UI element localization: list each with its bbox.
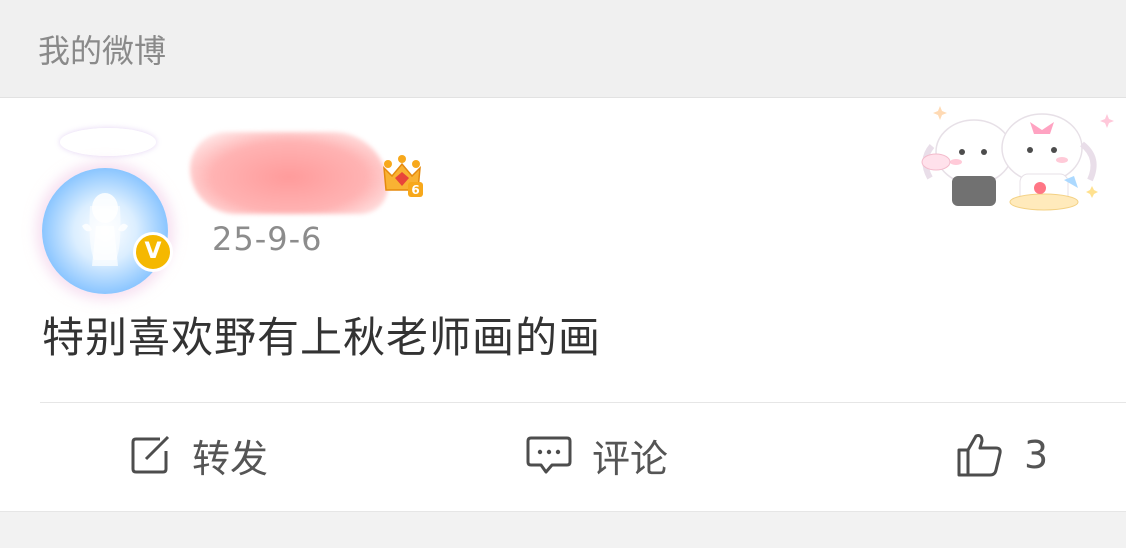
comment-bubble-icon <box>526 436 572 474</box>
page-title: 我的微博 <box>38 32 167 70</box>
bottom-separator <box>0 511 1126 548</box>
repost-button[interactable]: 转发 <box>130 430 269 481</box>
like-count: 3 <box>1024 433 1049 477</box>
decor-sticker-icon <box>921 106 1114 211</box>
verified-badge-icon: V <box>133 232 173 272</box>
comment-label: 评论 <box>592 436 669 481</box>
post-time: 25-9-6 <box>212 220 323 258</box>
username-redacted[interactable] <box>190 132 388 214</box>
comment-button[interactable]: 评论 <box>526 430 669 481</box>
avatar-figure-icon <box>82 193 128 266</box>
post-card[interactable]: V 6 25-9-6 特别喜欢野有上秋老师画的画 转发 评论 3 <box>0 98 1126 511</box>
avatar-halo <box>60 128 156 156</box>
edit-square-icon <box>131 435 170 474</box>
divider <box>40 402 1126 403</box>
page-header: 我的微博 <box>0 0 1126 98</box>
crown-level: 6 <box>411 183 419 197</box>
like-button[interactable]: 3 <box>956 430 1048 480</box>
crown-badge-icon[interactable]: 6 <box>380 154 424 198</box>
thumbs-up-icon <box>957 434 1002 477</box>
post-content: 特别喜欢野有上秋老师画的画 <box>42 313 602 362</box>
repost-label: 转发 <box>192 436 269 481</box>
